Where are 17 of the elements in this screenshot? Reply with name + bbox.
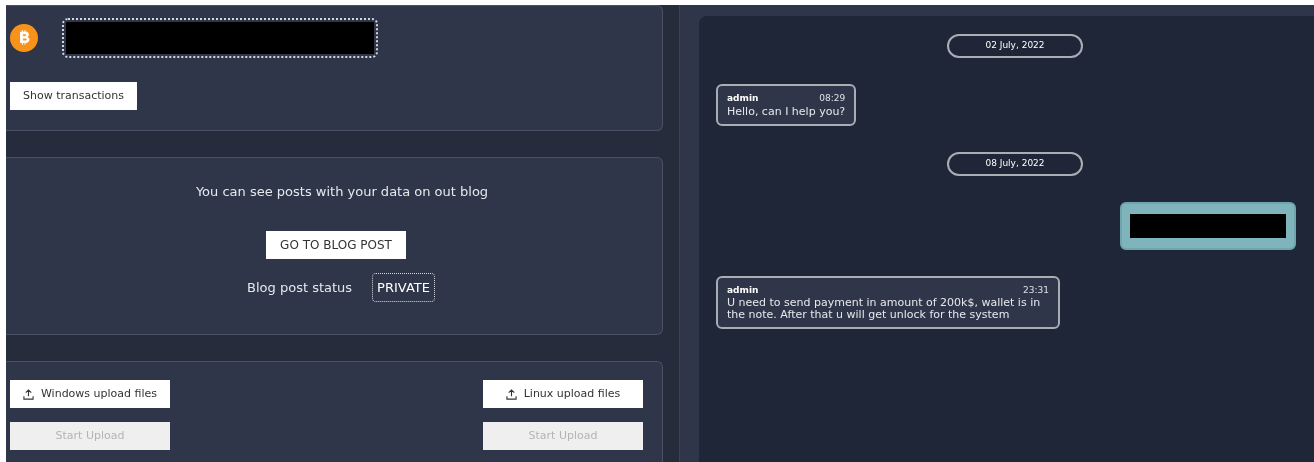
- message-author: admin: [727, 92, 759, 105]
- message-text: U need to send payment in amount of 200k$, wallet is in the note. After that u will get unlock for the system: [727, 297, 1042, 321]
- date-pill: 08 July, 2022: [947, 151, 1083, 176]
- upload-icon: [505, 388, 517, 400]
- show-transactions-button[interactable]: Show transactions: [10, 82, 138, 111]
- date-pill: 02 July, 2022: [947, 34, 1083, 58]
- blog-post-button[interactable]: GO TO BLOG POST: [266, 230, 406, 259]
- status-label: Blog post status: [247, 278, 353, 297]
- bitcoin-icon: [10, 24, 38, 52]
- upload-files-button[interactable]: Windows upload files: [10, 380, 170, 408]
- message-author: admin: [727, 283, 759, 297]
- upload-icon: [22, 388, 34, 400]
- blog-message: You can see posts with your data on out blog: [195, 183, 489, 201]
- upload-files-button[interactable]: Linux upload files: [483, 380, 643, 408]
- message-text: Hello, can I help you?: [727, 105, 846, 118]
- message-time: 23:31: [1023, 283, 1049, 297]
- message-time: 08:29: [819, 92, 846, 105]
